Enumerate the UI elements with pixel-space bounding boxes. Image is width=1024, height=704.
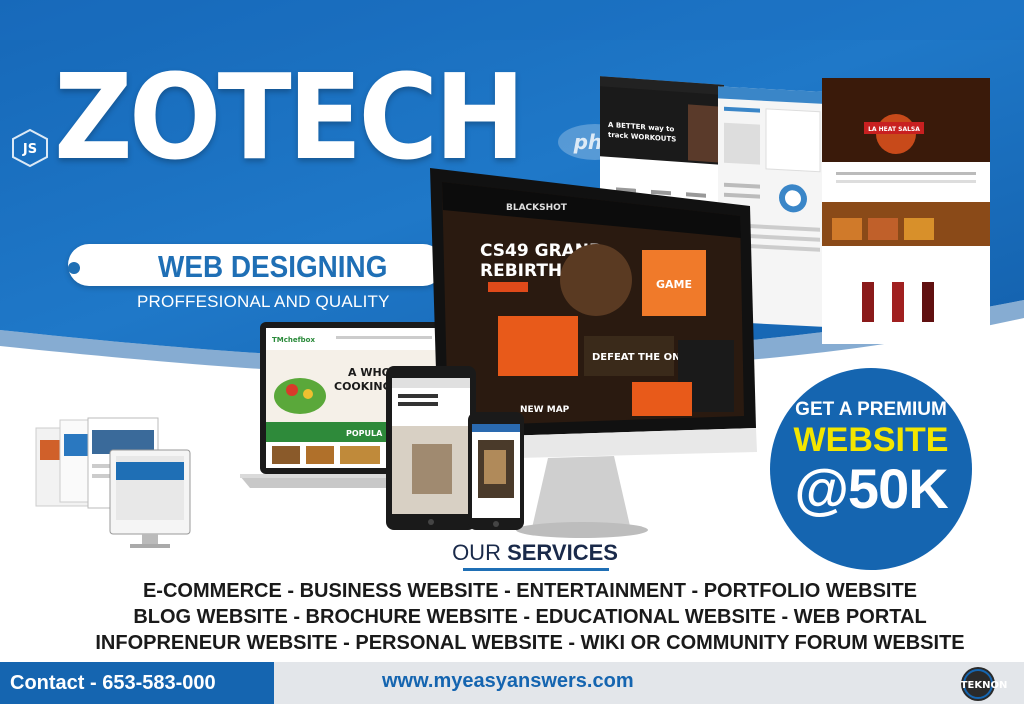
subtitle: PROFFESIONAL AND QUALITY — [137, 292, 390, 311]
svg-text:POPULA: POPULA — [346, 429, 383, 438]
svg-text:COOKING: COOKING — [334, 380, 392, 393]
tagline-dot — [68, 262, 80, 274]
contact-text: Contact - 653-583-000 — [10, 672, 216, 694]
svg-text:TMchefbox: TMchefbox — [272, 336, 315, 344]
teknon-logo: TEKNON — [961, 667, 1008, 701]
services-line-1: E-COMMERCE - BUSINESS WEBSITE - ENTERTAI… — [142, 580, 918, 602]
services-heading: OUR SERVICES — [0, 540, 1024, 566]
promo-line-1: GET A PREMIUM — [795, 399, 947, 420]
svg-text:TEKNON: TEKNON — [961, 680, 1008, 691]
nodejs-icon: JS — [12, 128, 48, 168]
services-heading-bold: SERVICES — [507, 540, 618, 565]
svg-text:NEW MAP: NEW MAP — [520, 405, 570, 415]
promo-line-2: WEBSITE — [793, 421, 949, 459]
stacked-screens — [35, 417, 191, 548]
svg-text:JS: JS — [22, 142, 37, 157]
svg-text:DEFEAT THE ONE: DEFEAT THE ONE — [592, 352, 687, 363]
services-line-2: BLOG WEBSITE - BROCHURE WEBSITE - EDUCAT… — [133, 606, 927, 628]
svg-text:REBIRTH: REBIRTH — [480, 261, 562, 281]
svg-text:LA HEAT SALSA: LA HEAT SALSA — [868, 126, 920, 133]
website-link[interactable]: www.myeasyanswers.com — [382, 670, 634, 693]
brand-title: ZOTECH — [54, 48, 525, 186]
promo-price: @50K — [794, 457, 948, 520]
tagline: WEB DESIGNING — [158, 249, 388, 284]
services-heading-light: OUR — [452, 540, 501, 565]
phone-device — [468, 412, 524, 530]
svg-text:GAME: GAME — [656, 278, 692, 291]
services-line-3: INFOPRENEUR WEBSITE - PERSONAL WEBSITE -… — [95, 632, 965, 654]
svg-text:BLACKSHOT: BLACKSHOT — [506, 203, 568, 213]
tablet-device — [386, 366, 476, 530]
services-underline — [463, 568, 609, 571]
